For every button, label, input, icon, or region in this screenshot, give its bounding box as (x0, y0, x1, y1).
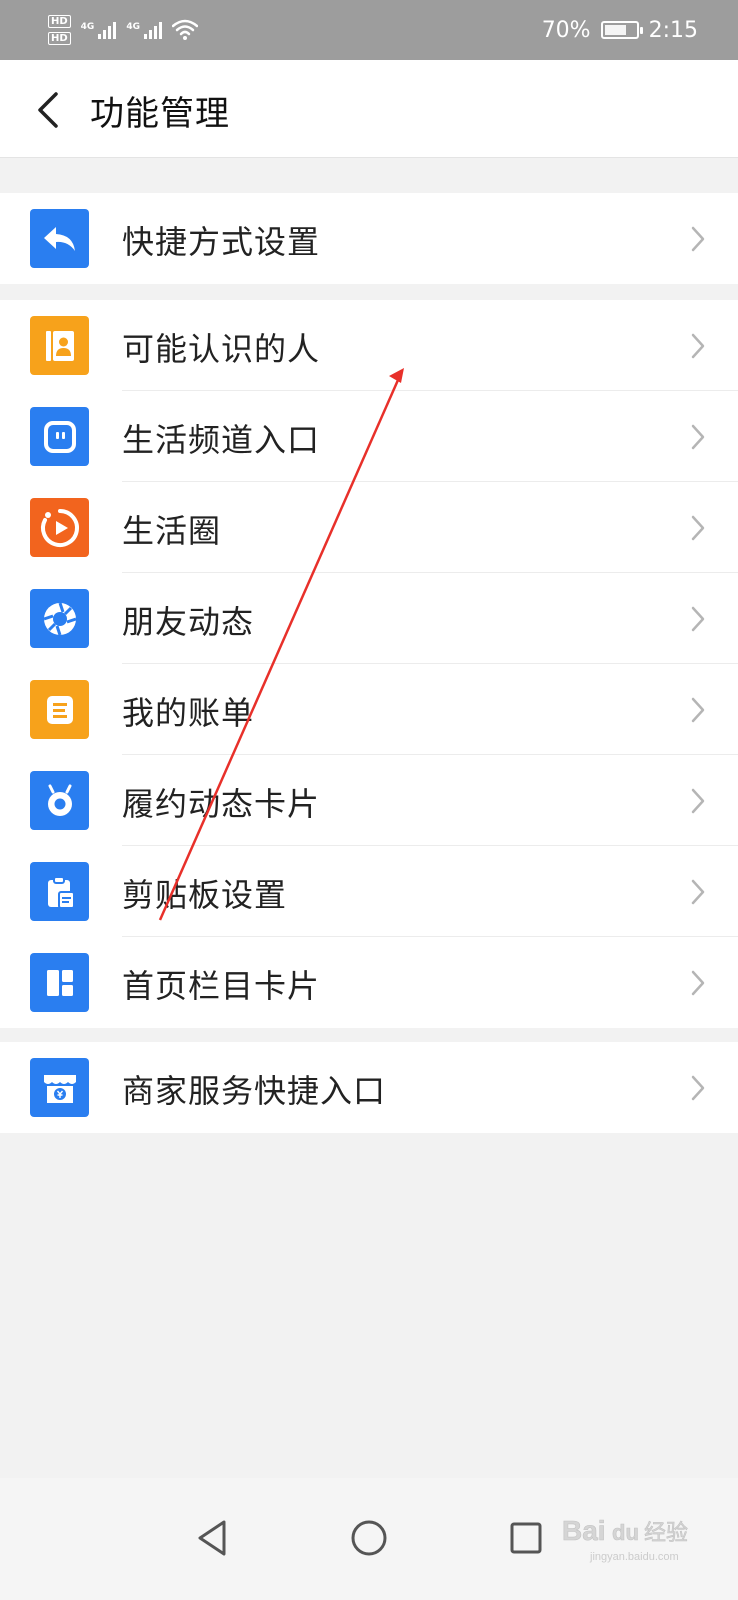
list-item-clipboard-settings[interactable]: 剪贴板设置 (0, 846, 738, 937)
list-item-label: 商家服务快捷入口 (122, 1072, 387, 1110)
list-item-label: 快捷方式设置 (122, 223, 321, 261)
list-item-life-channel-entry[interactable]: 生活频道入口 (0, 391, 738, 482)
list-item-people-you-may-know[interactable]: 可能认识的人 (0, 300, 738, 391)
chevron-right-icon (691, 515, 705, 541)
battery-icon (600, 21, 643, 39)
chevron-right-icon (691, 788, 705, 814)
list-item-merchant-service-shortcut[interactable]: 商家服务快捷入口 (0, 1042, 738, 1133)
chevron-right-icon (691, 697, 705, 723)
chevron-right-icon (691, 226, 705, 252)
list-item-label: 首页栏目卡片 (122, 967, 321, 1005)
bill-list-icon (30, 680, 89, 739)
list-item-my-bill[interactable]: 我的账单 (0, 664, 738, 755)
grid-layout-icon (30, 953, 89, 1012)
settings-group-merchant: 商家服务快捷入口 (0, 1042, 738, 1133)
triangle-back-icon[interactable] (180, 1506, 244, 1570)
list-item-fulfillment-card[interactable]: 履约动态卡片 (0, 755, 738, 846)
list-item-shortcut-settings[interactable]: 快捷方式设置 (0, 193, 738, 284)
list-item-homepage-column-card[interactable]: 首页栏目卡片 (0, 937, 738, 1028)
hd-badge-2: HD (48, 32, 71, 45)
battery-percent: 70% (541, 17, 591, 43)
list-item-label: 生活频道入口 (122, 421, 321, 459)
circle-home-icon[interactable] (337, 1506, 401, 1570)
clock: 2:15 (648, 17, 698, 43)
list-item-label: 履约动态卡片 (122, 785, 321, 823)
tv-face-icon (30, 407, 89, 466)
signal-icon-2: 4G (126, 21, 162, 39)
hd-badge-1: HD (48, 15, 71, 28)
chevron-right-icon (691, 879, 705, 905)
system-nav-bar: Bai du 经验 jingyan.baidu.com (0, 1478, 738, 1600)
settings-group-features: 可能认识的人 生活频道入口 生活圈 朋友动态 我的账单 履约动态卡片 剪贴板设置… (0, 300, 738, 1028)
wifi-icon (171, 19, 198, 40)
settings-group-shortcuts: 快捷方式设置 (0, 193, 738, 284)
status-bar-right: 70% 2:15 (542, 14, 698, 46)
page-title: 功能管理 (90, 94, 230, 134)
list-item-label: 我的账单 (122, 694, 255, 732)
network-type-1: 4G (80, 21, 95, 32)
play-circle-icon (30, 498, 89, 557)
list-item-label: 生活圈 (122, 512, 222, 550)
store-yuan-icon (30, 1058, 89, 1117)
fulfillment-ring-icon (30, 771, 89, 830)
network-type-2: 4G (126, 21, 140, 32)
chevron-left-icon[interactable] (24, 82, 80, 138)
reply-arrow-icon (30, 209, 89, 268)
baidu-watermark: Bai du 经验 jingyan.baidu.com (562, 1515, 689, 1563)
clipboard-icon (30, 862, 89, 921)
svg-text:经验: 经验 (644, 1521, 688, 1546)
svg-text:du: du (612, 1520, 639, 1545)
list-item-label: 可能认识的人 (122, 330, 321, 368)
contact-card-icon (30, 316, 89, 375)
chevron-right-icon (691, 424, 705, 450)
hd-indicators: HD HD (48, 15, 71, 45)
chevron-right-icon (691, 970, 705, 996)
svg-text:jingyan.baidu.com: jingyan.baidu.com (589, 1551, 679, 1563)
square-recent-icon[interactable] (494, 1506, 558, 1570)
status-bar-left: HD HD 4G 4G (48, 10, 198, 50)
list-item-life-circle[interactable]: 生活圈 (0, 482, 738, 573)
signal-icon-1: 4G (80, 21, 117, 39)
status-bar: HD HD 4G 4G 70% 2:15 (0, 0, 738, 60)
chevron-right-icon (691, 333, 705, 359)
list-item-label: 剪贴板设置 (122, 876, 288, 914)
chevron-right-icon (691, 606, 705, 632)
shutter-icon (30, 589, 89, 648)
chevron-right-icon (691, 1075, 705, 1101)
app-header: 功能管理 (0, 60, 738, 158)
svg-text:Bai: Bai (562, 1515, 606, 1546)
list-item-friend-updates[interactable]: 朋友动态 (0, 573, 738, 664)
list-item-label: 朋友动态 (122, 603, 255, 641)
